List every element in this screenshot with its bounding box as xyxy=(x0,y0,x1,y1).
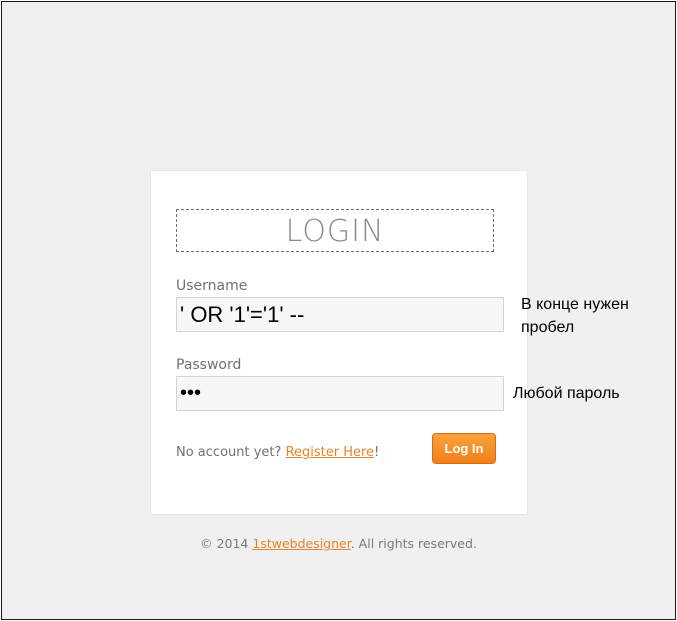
username-annotation: В конце нужен пробел xyxy=(521,293,671,339)
login-card: LOGIN Username ' OR '1'='1' -- Password … xyxy=(151,171,527,514)
username-annotation-line2: пробел xyxy=(521,319,575,336)
login-title: LOGIN xyxy=(176,209,494,252)
footer-prefix: © 2014 xyxy=(200,536,253,551)
password-annotation: Любой пароль xyxy=(513,385,620,402)
footer-link[interactable]: 1stwebdesigner xyxy=(252,536,350,551)
footer-suffix: . All rights reserved. xyxy=(350,536,477,551)
username-input[interactable]: ' OR '1'='1' -- xyxy=(176,297,504,332)
password-label: Password xyxy=(176,357,242,373)
username-label: Username xyxy=(176,278,248,294)
register-prefix: No account yet? xyxy=(176,445,286,460)
username-annotation-line1: В конце нужен xyxy=(521,296,629,313)
register-suffix: ! xyxy=(374,445,380,460)
footer: © 2014 1stwebdesigner. All rights reserv… xyxy=(0,536,677,551)
login-button[interactable]: Log In xyxy=(432,433,496,464)
password-input[interactable]: ••• xyxy=(176,376,504,411)
register-prompt: No account yet? Register Here! xyxy=(176,445,379,460)
register-link[interactable]: Register Here xyxy=(286,445,375,460)
